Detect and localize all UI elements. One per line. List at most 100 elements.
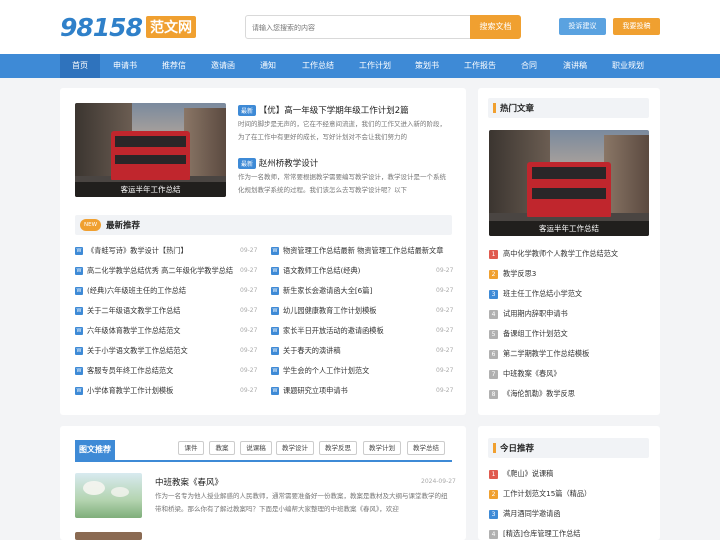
article-date: 2024-09-27 bbox=[421, 478, 456, 485]
list-item-date: 09-27 bbox=[436, 267, 454, 274]
word-doc-icon: W bbox=[75, 247, 83, 255]
list-item[interactable]: W 学生会的个人工作计划范文 bbox=[271, 365, 431, 377]
list-item[interactable]: W (经典)六年级班主任的工作总结 bbox=[75, 285, 239, 297]
word-doc-icon: W bbox=[271, 287, 279, 295]
logo-text: 范文网 bbox=[145, 16, 196, 38]
hot-article-link[interactable]: 班主任工作总结小学范文 bbox=[503, 288, 582, 300]
hot-article-link[interactable]: 教学反思3 bbox=[503, 268, 536, 280]
nav-item-speech[interactable]: 演讲稿 bbox=[556, 54, 594, 78]
list-item[interactable]: W 《青蛙写诗》教学设计【热门】 bbox=[75, 245, 255, 257]
nav-item-home[interactable]: 首页 bbox=[60, 54, 100, 78]
hot-article-link[interactable]: 备课组工作计划范文 bbox=[503, 328, 568, 340]
lead-article-2-title-text: 赵州桥教学设计 bbox=[258, 159, 319, 169]
image-building-right bbox=[183, 107, 226, 179]
hot-image-caption: 客运半年工作总结 bbox=[489, 221, 649, 236]
list-item-date: 09-27 bbox=[240, 267, 258, 274]
list-item-title: 家长半日开放活动的邀请函模板 bbox=[283, 326, 384, 335]
article-desc: 作为一名专为他人授业解惑的人民教师，通常需要准备好一份教案，教案是教材及大纲与课… bbox=[155, 492, 448, 513]
list-item[interactable]: W 小学体育教学工作计划模板 bbox=[75, 385, 239, 397]
hot-article-link[interactable]: 《海伦凯勒》教学反思 bbox=[503, 388, 575, 400]
lead-article-1-title[interactable]: 最新 【优】高一年级下学期年级工作计划2篇 bbox=[238, 104, 409, 116]
bus-window-lower bbox=[531, 188, 607, 200]
word-doc-icon: W bbox=[75, 387, 83, 395]
list-item-date: 09-27 bbox=[240, 247, 258, 254]
article-thumbnail[interactable] bbox=[75, 473, 142, 518]
image-bus bbox=[111, 131, 190, 181]
hot-image[interactable]: 客运半年工作总结 bbox=[489, 130, 649, 236]
chip-lesson-plan[interactable]: 教案 bbox=[209, 441, 235, 455]
nav-item-work-summary[interactable]: 工作总结 bbox=[295, 54, 341, 78]
list-item[interactable]: W 物资管理工作总结最新 物资管理工作总结最新文章 bbox=[271, 245, 451, 257]
word-doc-icon: W bbox=[271, 347, 279, 355]
lead-article-1-desc: 时间的脚步是无声的，它在不经意间流逝，我们的工作又进入新的阶段，为了在工作中有更… bbox=[238, 120, 446, 141]
chip-teaching-design[interactable]: 教学设计 bbox=[276, 441, 314, 455]
chip-courseware[interactable]: 课件 bbox=[178, 441, 204, 455]
list-item[interactable]: W 关于二年级语文教学工作总结 bbox=[75, 305, 239, 317]
chip-teaching-summary[interactable]: 教学总结 bbox=[407, 441, 445, 455]
list-item[interactable]: W 家长半日开放活动的邀请函模板 bbox=[271, 325, 431, 337]
suggest-button[interactable]: 投诉建议 bbox=[559, 18, 606, 35]
list-item[interactable]: W 关于小学语文教学工作总结范文 bbox=[75, 345, 239, 357]
nav-item-contract[interactable]: 合同 bbox=[512, 54, 546, 78]
nav-item-application[interactable]: 申请书 bbox=[105, 54, 145, 78]
bus-window-upper bbox=[531, 167, 607, 180]
word-doc-icon: W bbox=[75, 267, 83, 275]
submit-article-button[interactable]: 我要投稿 bbox=[613, 18, 660, 35]
list-item-title: 客服专员年终工作总结范文 bbox=[87, 366, 174, 375]
hot-article-link[interactable]: 高中化学教师个人教学工作总结范文 bbox=[503, 248, 618, 260]
word-doc-icon: W bbox=[75, 367, 83, 375]
chip-teaching-reflection[interactable]: 教学反思 bbox=[319, 441, 357, 455]
chip-teaching-plan[interactable]: 教学计划 bbox=[363, 441, 401, 455]
word-doc-icon: W bbox=[271, 367, 279, 375]
featured-image[interactable]: 客运半年工作总结 bbox=[75, 103, 226, 197]
rank-number: 5 bbox=[489, 330, 498, 339]
list-item[interactable]: W 语文教师工作总结(经典) bbox=[271, 265, 431, 277]
main-nav: 首页 申请书 推荐信 邀请函 通知 工作总结 工作计划 策划书 工作报告 合同 … bbox=[0, 54, 720, 78]
list-item-date: 09-27 bbox=[240, 327, 258, 334]
lead-article-2-desc: 作为一名教师，常常要根据教学需要编写教学设计，教学设计是一个系统化规划教学系统的… bbox=[238, 173, 446, 194]
thumbnail-cloud bbox=[111, 487, 129, 497]
article-title[interactable]: 中班教案《春风》 bbox=[155, 476, 223, 488]
hot-article-link[interactable]: 中班教案《春风》 bbox=[503, 368, 561, 380]
hot-article-link[interactable]: 第二学期教学工作总结模板 bbox=[503, 348, 589, 360]
list-item[interactable]: W 新生家长会邀请函大全[6篇] bbox=[271, 285, 431, 297]
today-article-link[interactable]: 《爬山》说课稿 bbox=[503, 468, 553, 480]
word-doc-icon: W bbox=[271, 387, 279, 395]
image-building-right bbox=[604, 135, 649, 215]
article-thumbnail[interactable] bbox=[75, 532, 142, 540]
site-logo[interactable]: 98158 范文网 bbox=[60, 13, 196, 42]
photo-recommend-header: 图文推荐 课件 教案 说课稿 教学设计 教学反思 教学计划 教学总结 bbox=[75, 440, 452, 462]
list-item-date: 09-27 bbox=[436, 367, 454, 374]
list-item[interactable]: W 客服专员年终工作总结范文 bbox=[75, 365, 239, 377]
nav-item-notice[interactable]: 通知 bbox=[248, 54, 288, 78]
rank-number: 6 bbox=[489, 350, 498, 359]
today-article-link[interactable]: 满月酒同学邀请函 bbox=[503, 508, 561, 520]
nav-item-recommendation[interactable]: 推荐信 bbox=[154, 54, 194, 78]
word-doc-icon: W bbox=[75, 307, 83, 315]
list-item-date: 09-27 bbox=[240, 387, 258, 394]
nav-item-work-plan[interactable]: 工作计划 bbox=[352, 54, 398, 78]
list-item[interactable]: W 关于春天的演讲稿 bbox=[271, 345, 431, 357]
word-doc-icon: W bbox=[271, 267, 279, 275]
chip-lecture-script[interactable]: 说课稿 bbox=[240, 441, 272, 455]
list-item[interactable]: W 幼儿园健康教育工作计划模板 bbox=[271, 305, 431, 317]
lead-article-2-title[interactable]: 最新 赵州桥教学设计 bbox=[238, 157, 318, 169]
list-item[interactable]: W 六年级体育教学工作总结范文 bbox=[75, 325, 239, 337]
thumbnail-cloud bbox=[83, 481, 105, 495]
search-input[interactable] bbox=[252, 20, 462, 35]
new-badge: 最新 bbox=[238, 158, 257, 169]
list-item[interactable]: W 高二化学教学总结优秀 高二年级化学教学总结 bbox=[75, 265, 239, 277]
hot-article-link[interactable]: 试用期内辞职申请书 bbox=[503, 308, 568, 320]
rank-number: 8 bbox=[489, 390, 498, 399]
list-item-title: 高二化学教学总结优秀 高二年级化学教学总结 bbox=[87, 266, 234, 275]
today-article-link[interactable]: 工作计划范文15篇（精品） bbox=[503, 488, 591, 500]
list-item[interactable]: W 课题研究立项申请书 bbox=[271, 385, 431, 397]
nav-item-proposal[interactable]: 策划书 bbox=[407, 54, 447, 78]
today-recommend-header: 今日推荐 bbox=[488, 438, 649, 458]
today-article-link[interactable]: [精选]仓库管理工作总结 bbox=[503, 528, 580, 540]
nav-item-work-report[interactable]: 工作报告 bbox=[457, 54, 503, 78]
word-doc-icon: W bbox=[271, 247, 279, 255]
nav-item-invitation[interactable]: 邀请函 bbox=[203, 54, 243, 78]
nav-item-career-planning[interactable]: 职业规划 bbox=[605, 54, 651, 78]
search-button[interactable]: 搜索文档 bbox=[470, 15, 521, 39]
